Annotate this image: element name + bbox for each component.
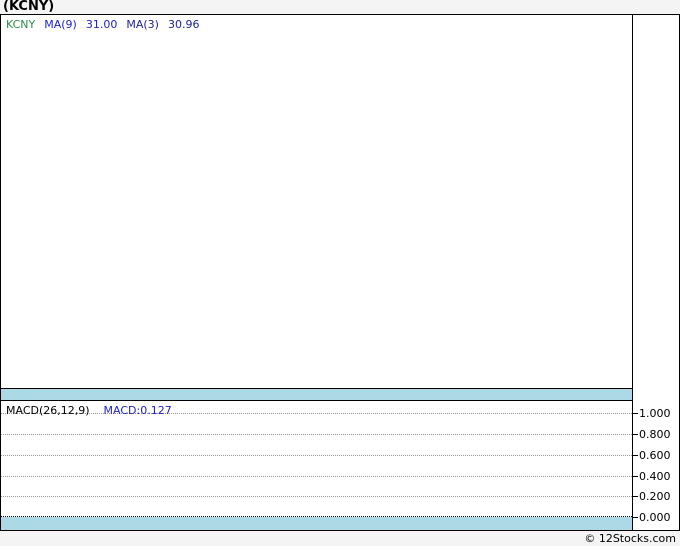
y-tick-label: 0.400 [639,469,671,483]
y-tick-label: 0.000 [639,510,671,524]
macd-panel: MACD(26,12,9) MACD:0.127 [1,401,632,517]
y-tick-label: 0.200 [639,489,671,503]
legend-ma3-value: 30.96 [167,18,200,31]
legend-symbol: KCNY [6,18,36,31]
macd-gridline [1,496,632,497]
legend-ma9-label: MA(9) [44,18,77,31]
tick-mark [633,454,638,456]
tick-mark [633,433,638,435]
plot-column: KCNY MA(9) 31.00 MA(3) 30.96 MACD(26,12,… [1,15,633,530]
chart-frame: KCNY MA(9) 31.00 MA(3) 30.96 MACD(26,12,… [0,14,680,531]
price-panel: KCNY MA(9) 31.00 MA(3) 30.96 [1,15,632,389]
y-tick-label: 1.000 [639,406,671,420]
separator-band-top [1,389,632,401]
tick-mark [633,412,638,414]
y-tick-label: 0.800 [639,427,671,441]
separator-band-bottom [1,517,632,530]
macd-gridline [1,476,632,477]
legend-ma9-value: 31.00 [85,18,118,31]
y-tick-label: 0.600 [639,448,671,462]
price-legend: KCNY MA(9) 31.00 MA(3) 30.96 [6,18,199,31]
macd-zero-line [1,516,632,517]
macd-legend-value: MACD:0.127 [103,404,172,417]
tick-mark [633,475,638,477]
tick-mark [633,516,638,518]
chart-title: (KCNY) [3,0,55,14]
macd-legend: MACD(26,12,9) MACD:0.127 [6,404,172,417]
macd-gridline [1,434,632,435]
macd-gridline [1,455,632,456]
macd-legend-label: MACD(26,12,9) [6,404,90,417]
watermark: © 12Stocks.com [584,532,676,545]
macd-y-axis: 1.000 0.800 0.600 0.400 0.200 0.000 [633,15,679,530]
legend-ma3-label: MA(3) [126,18,159,31]
tick-mark [633,495,638,497]
